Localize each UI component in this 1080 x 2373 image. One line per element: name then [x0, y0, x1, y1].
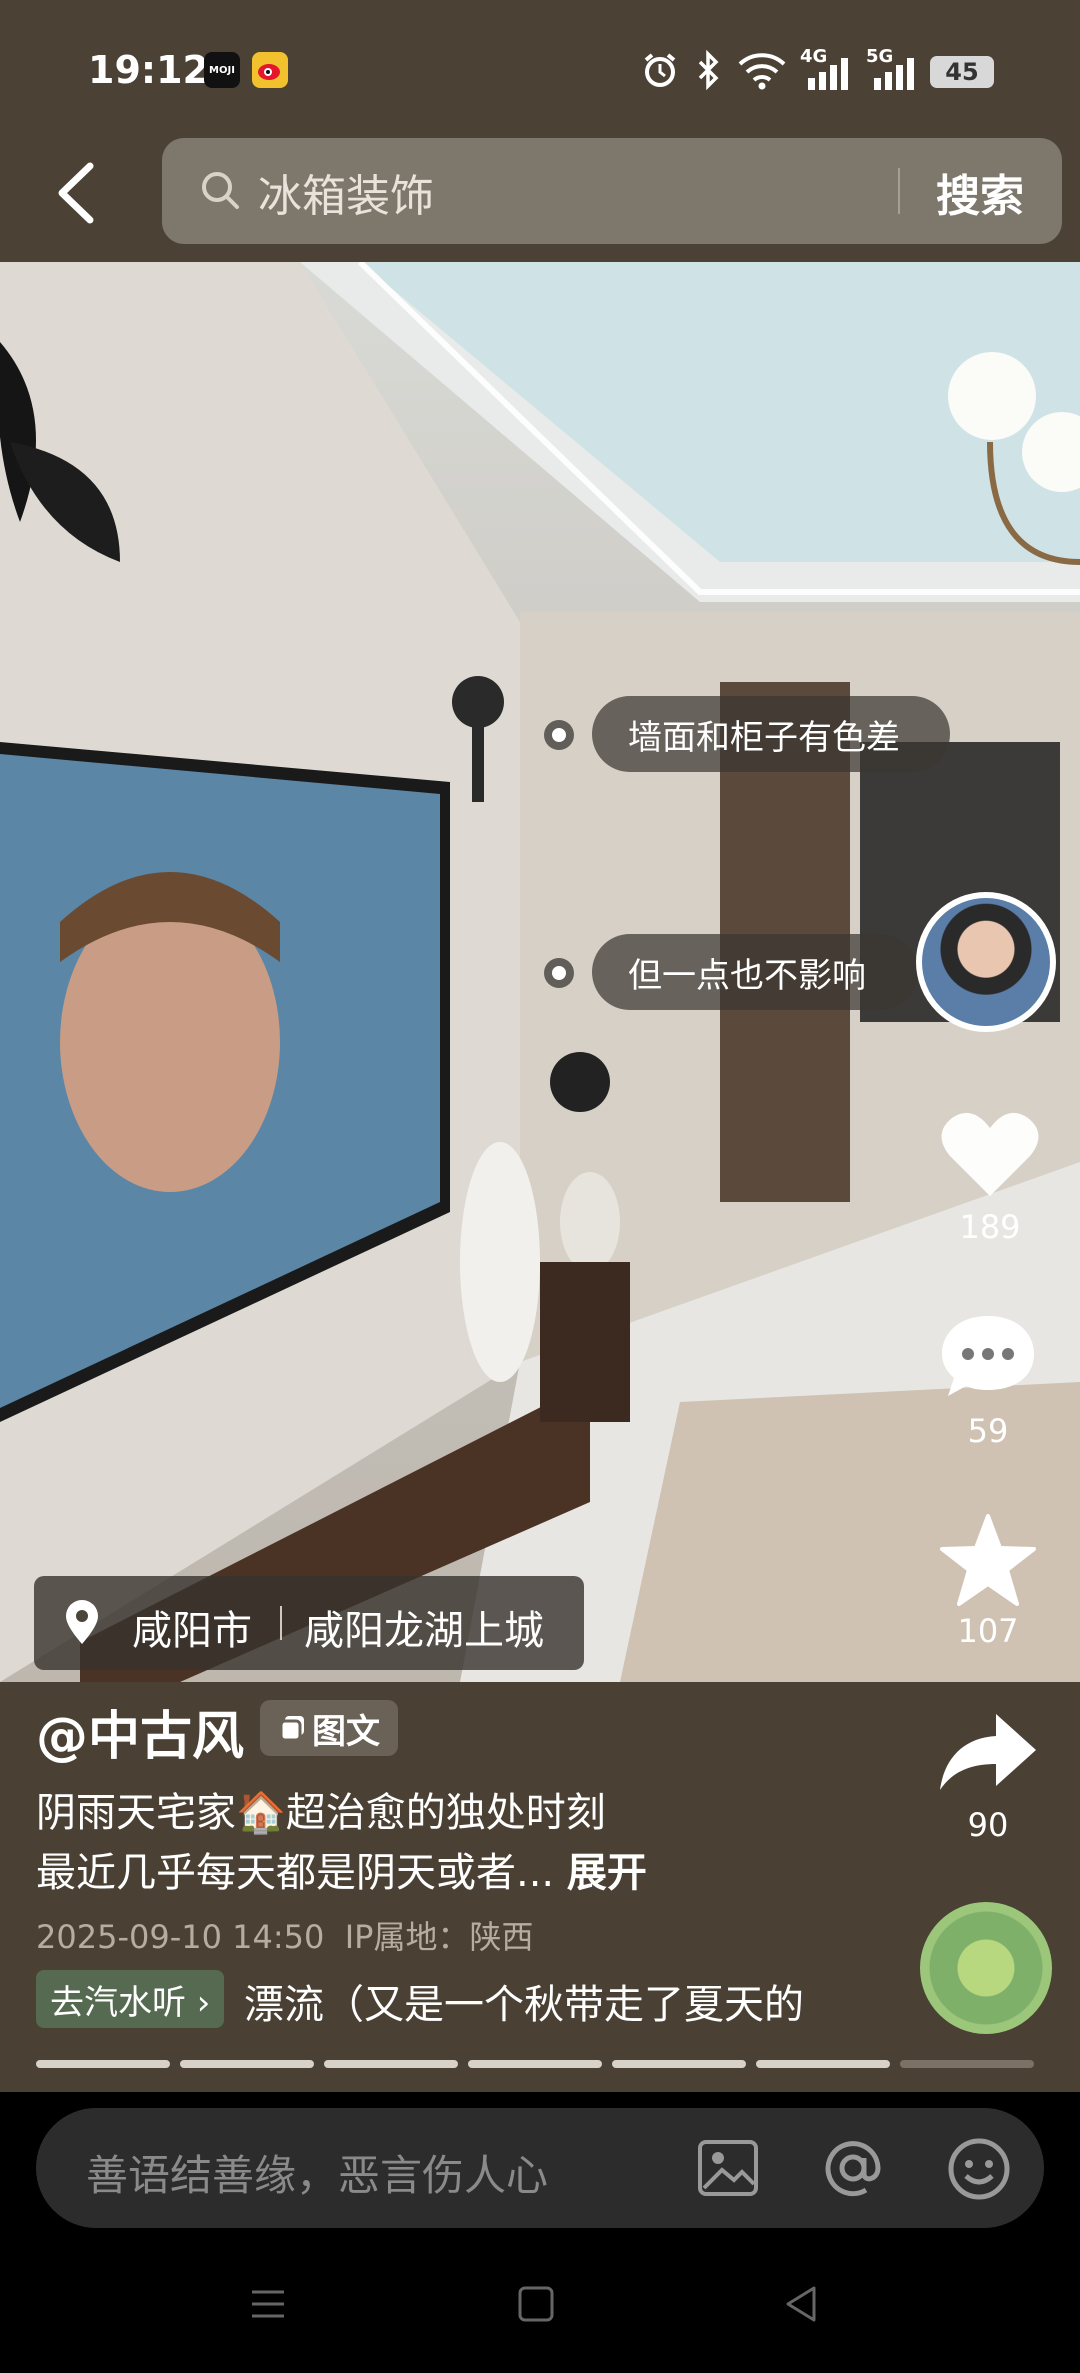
post-meta: 2025-09-10 14:50 IP属地：陕西	[36, 1912, 533, 1958]
comment-count: 59	[967, 1412, 1009, 1450]
post-type-label: 图文	[312, 1711, 380, 1752]
menu-nav-icon[interactable]	[246, 2282, 290, 2326]
battery-icon: 45	[930, 56, 994, 88]
location-city: 咸阳市	[132, 1608, 252, 1654]
location-place: 咸阳龙湖上城	[304, 1608, 544, 1654]
music-title[interactable]: 漂流（又是一个秋带走了夏天的	[244, 1972, 814, 2030]
home-nav-icon[interactable]	[514, 2282, 558, 2326]
post-description-line: 阴雨天宅家🏠超治愈的独处时刻	[36, 1790, 606, 1836]
like-icon[interactable]	[940, 1108, 1040, 1200]
emoji-icon[interactable]	[946, 2136, 1012, 2202]
listen-in-app-chip[interactable]: 去汽水听 ›	[36, 1970, 225, 2028]
like-count: 189	[959, 1208, 1021, 1246]
weibo-app-icon	[252, 52, 288, 88]
post-description-line: 最近几乎每天都是阴天或者... 展开	[36, 1840, 647, 1898]
page-progress-segment	[612, 2060, 746, 2068]
image-text-icon	[279, 1716, 304, 1742]
description-text: 最近几乎每天都是阴天或者...	[36, 1850, 567, 1896]
share-count: 90	[967, 1806, 1009, 1844]
status-time: 19:12	[88, 48, 209, 92]
signal-4g-icon	[808, 58, 848, 90]
favorite-count: 107	[957, 1612, 1019, 1650]
tag-dot	[544, 720, 574, 750]
comment-icon[interactable]	[938, 1310, 1038, 1402]
photo-tag-bubble[interactable]: 但一点也不影响	[592, 934, 918, 1010]
tag-dot	[544, 958, 574, 988]
moji-app-icon: MOJI	[204, 52, 240, 88]
location-separator	[280, 1606, 282, 1640]
share-button[interactable]	[936, 1710, 1040, 1798]
author-avatar[interactable]	[916, 892, 1056, 1032]
image-picker-icon[interactable]	[696, 2138, 760, 2198]
page-progress-segment	[900, 2060, 1034, 2068]
battery-level: 45	[945, 58, 979, 86]
search-icon	[202, 172, 239, 209]
ip-location: IP属地：陕西	[344, 1918, 534, 1956]
back-nav-icon[interactable]	[780, 2282, 824, 2326]
alarm-icon	[644, 53, 676, 87]
music-disc-icon[interactable]	[920, 1902, 1052, 2034]
wifi-icon	[738, 53, 786, 90]
location-pin-icon	[66, 1600, 98, 1644]
search-divider	[898, 168, 900, 214]
back-button[interactable]	[50, 160, 102, 226]
page-progress-segment	[324, 2060, 458, 2068]
post-datetime: 2025-09-10 14:50	[36, 1918, 325, 1956]
comment-input[interactable]: 善语结善缘，恶言伤人心	[86, 2142, 548, 2203]
author-name[interactable]: @中古风	[36, 1694, 244, 1769]
page-progress-segment	[180, 2060, 314, 2068]
page-progress-segment	[468, 2060, 602, 2068]
search-input[interactable]: 冰箱装饰	[258, 160, 434, 224]
share-icon	[940, 1714, 1036, 1790]
page-progress-segment	[756, 2060, 890, 2068]
search-button[interactable]: 搜索	[936, 160, 1024, 224]
bluetooth-icon	[698, 50, 719, 90]
post-type-badge: 图文	[260, 1700, 398, 1756]
page-progress-segment	[36, 2060, 170, 2068]
expand-link[interactable]: 展开	[567, 1850, 647, 1896]
favorite-star-icon[interactable]	[938, 1512, 1038, 1608]
mention-icon[interactable]	[820, 2136, 886, 2200]
signal-5g-icon	[874, 58, 914, 90]
photo-tag-bubble[interactable]: 墙面和柜子有色差	[592, 696, 950, 772]
